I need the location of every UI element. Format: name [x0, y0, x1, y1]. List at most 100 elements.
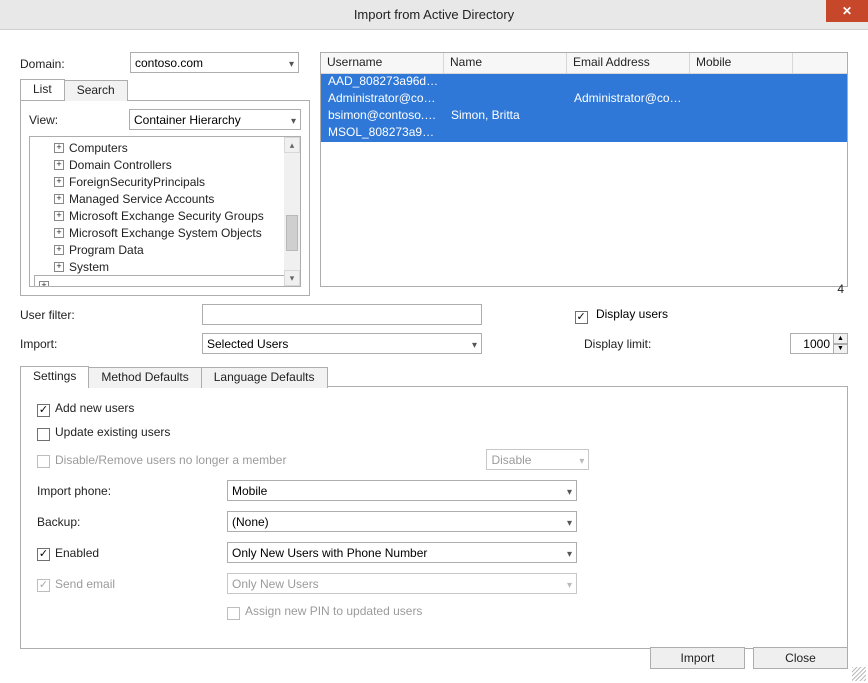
user-filter-input[interactable]: [202, 304, 482, 325]
update-existing-label[interactable]: Update existing users: [37, 425, 227, 439]
col-email[interactable]: Email Address: [567, 53, 690, 74]
update-existing-text: Update existing users: [55, 425, 170, 439]
tree-item-computers[interactable]: +Computers: [34, 139, 280, 156]
expand-icon[interactable]: +: [54, 143, 64, 153]
disable-remove-text: Disable/Remove users no longer a member: [55, 453, 286, 467]
tree-item-system[interactable]: +System: [34, 258, 280, 275]
expand-icon[interactable]: +: [54, 160, 64, 170]
send-email-select: Only New Users: [227, 573, 577, 594]
display-limit-label: Display limit:: [584, 337, 656, 351]
title-bar: Import from Active Directory ✕: [0, 0, 868, 30]
disable-remove-checkbox: [37, 455, 50, 468]
tab-method-defaults[interactable]: Method Defaults: [88, 367, 201, 388]
scroll-thumb[interactable]: [286, 215, 298, 251]
import-mode-select[interactable]: Selected Users: [202, 333, 482, 354]
assign-pin-checkbox: [227, 607, 240, 620]
tree-item-program-data[interactable]: +Program Data: [34, 241, 280, 258]
add-new-users-checkbox[interactable]: [37, 404, 50, 417]
tree-item-ms-exchange-security-groups[interactable]: +Microsoft Exchange Security Groups: [34, 207, 280, 224]
tree-viewport[interactable]: +Computers +Domain Controllers +ForeignS…: [30, 137, 284, 286]
add-new-users-label[interactable]: Add new users: [37, 401, 227, 415]
import-phone-value: Mobile: [232, 484, 267, 498]
tab-settings[interactable]: Settings: [20, 366, 89, 387]
cell-email: [568, 125, 691, 142]
assign-pin-text: Assign new PIN to updated users: [245, 604, 422, 618]
spin-up-icon[interactable]: ▲: [834, 333, 848, 344]
grid-body: AAD_808273a96d74 Administrator@contos...…: [321, 74, 847, 142]
chevron-down-icon: [567, 546, 572, 560]
update-existing-checkbox[interactable]: [37, 428, 50, 441]
send-email-row: Send email Only New Users: [37, 573, 831, 594]
display-users-checkbox[interactable]: [575, 311, 588, 324]
tab-search[interactable]: Search: [64, 80, 128, 101]
tree-item-domain-controllers[interactable]: +Domain Controllers: [34, 156, 280, 173]
enabled-checkbox[interactable]: [37, 548, 50, 561]
assign-pin-label: Assign new PIN to updated users: [227, 604, 422, 618]
list-search-tabs: List Search: [20, 79, 310, 100]
display-limit-input[interactable]: [790, 333, 834, 354]
enabled-text: Enabled: [55, 546, 99, 560]
backup-select[interactable]: (None): [227, 511, 577, 532]
table-row[interactable]: MSOL_808273a96d74: [321, 125, 847, 142]
cell-username: AAD_808273a96d74: [322, 74, 445, 91]
expand-icon[interactable]: +: [54, 177, 64, 187]
cell-mobile: [691, 91, 794, 108]
close-button[interactable]: Close: [753, 647, 848, 669]
scroll-track[interactable]: [284, 153, 300, 270]
user-filter-label: User filter:: [20, 308, 190, 322]
send-email-value: Only New Users: [232, 577, 319, 591]
tree-item-managed-service-accounts[interactable]: +Managed Service Accounts: [34, 190, 280, 207]
enabled-label[interactable]: Enabled: [37, 546, 227, 560]
table-row[interactable]: AAD_808273a96d74: [321, 74, 847, 91]
col-mobile[interactable]: Mobile: [690, 53, 793, 74]
display-users-text: Display users: [596, 307, 668, 321]
tree-item-users[interactable]: +Users: [34, 275, 284, 286]
table-row[interactable]: Administrator@contos... Administrator@co…: [321, 91, 847, 108]
tree-scrollbar[interactable]: ▴ ▾: [284, 137, 300, 286]
expand-icon[interactable]: +: [54, 194, 64, 204]
expand-icon[interactable]: +: [54, 211, 64, 221]
cell-name: [445, 91, 568, 108]
scroll-down-icon[interactable]: ▾: [284, 270, 300, 286]
enabled-select[interactable]: Only New Users with Phone Number: [227, 542, 577, 563]
tab-list[interactable]: List: [20, 79, 65, 100]
cell-name: Simon, Britta: [445, 108, 568, 125]
disable-remove-row: Disable/Remove users no longer a member …: [37, 449, 831, 470]
tab-language-defaults[interactable]: Language Defaults: [201, 367, 328, 388]
expand-icon[interactable]: +: [54, 262, 64, 272]
cell-email: [568, 108, 691, 125]
import-button[interactable]: Import: [650, 647, 745, 669]
cell-name: [445, 125, 568, 142]
cell-mobile: [691, 125, 794, 142]
chevron-down-icon: [567, 484, 572, 498]
assign-pin-row: Assign new PIN to updated users: [37, 604, 831, 618]
col-name[interactable]: Name: [444, 53, 567, 74]
import-phone-select[interactable]: Mobile: [227, 480, 577, 501]
scroll-up-icon[interactable]: ▴: [284, 137, 300, 153]
domain-row: Domain: contoso.com: [20, 52, 310, 73]
update-existing-row: Update existing users: [37, 425, 831, 439]
window-close-button[interactable]: ✕: [826, 0, 868, 22]
domain-combo[interactable]: contoso.com: [130, 52, 299, 73]
view-combo[interactable]: Container Hierarchy: [129, 109, 301, 130]
list-panel: View: Container Hierarchy +Computers +Do…: [20, 100, 310, 296]
table-row[interactable]: bsimon@contoso.com Simon, Britta: [321, 108, 847, 125]
view-label: View:: [29, 113, 119, 127]
display-limit-spinner[interactable]: ▲ ▼: [790, 333, 848, 354]
col-spacer: [793, 53, 847, 74]
tree-item-foreign-security-principals[interactable]: +ForeignSecurityPrincipals: [34, 173, 280, 190]
resize-grip-icon[interactable]: [852, 667, 866, 681]
display-users-label[interactable]: Display users: [575, 307, 668, 322]
backup-row: Backup: (None): [37, 511, 831, 532]
tree-item-ms-exchange-system-objects[interactable]: +Microsoft Exchange System Objects: [34, 224, 280, 241]
disable-remove-select: Disable: [486, 449, 589, 470]
expand-icon[interactable]: +: [54, 245, 64, 255]
disable-remove-label: Disable/Remove users no longer a member: [37, 453, 286, 467]
users-grid[interactable]: Username Name Email Address Mobile AAD_8…: [320, 52, 848, 287]
expand-icon[interactable]: +: [54, 228, 64, 238]
expand-icon[interactable]: +: [39, 281, 49, 287]
col-username[interactable]: Username: [321, 53, 444, 74]
spin-down-icon[interactable]: ▼: [834, 344, 848, 355]
chevron-down-icon: [472, 337, 477, 351]
send-email-label: Send email: [37, 577, 227, 591]
